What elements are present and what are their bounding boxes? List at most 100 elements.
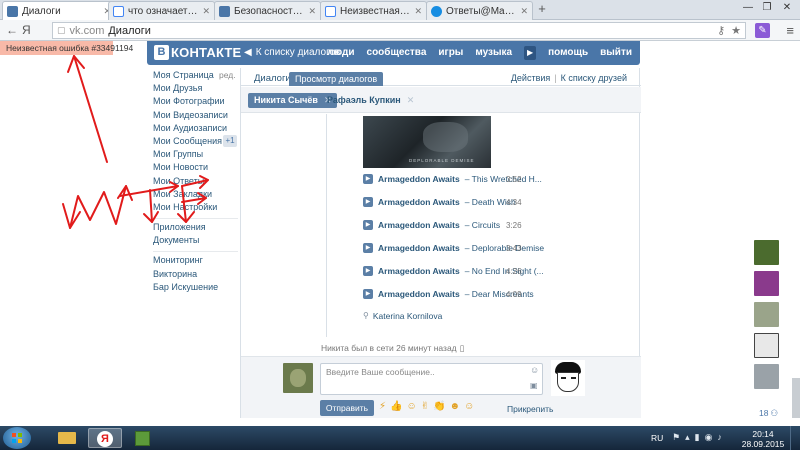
browser-tab-google-1[interactable]: что означает ошибка ✕ [108,1,215,20]
friend-avatar[interactable] [754,302,779,327]
audio-track[interactable]: ▶ Armageddon Awaits – Dear Miscreants 4:… [363,287,543,301]
album-cover-image[interactable]: DEPLORABLE DEMISE [363,116,491,168]
audio-track[interactable]: ▶ Armageddon Awaits – Deplorable Demise … [363,241,544,255]
menu-item-videos[interactable]: Мои Видеозаписи [153,110,238,123]
maximize-button[interactable]: ❐ [758,0,776,16]
lightning-emoji-icon[interactable]: ⚡ [379,401,386,412]
conversation-tab-rafael[interactable]: Рафаэль Купкин ✕ [321,93,420,108]
extension-pen-icon[interactable]: ✎ [755,23,770,38]
message-input[interactable]: Введите Ваше сообщение.. [320,363,543,395]
star-icon[interactable]: ★ [731,24,741,37]
nav-games[interactable]: игры [438,47,463,60]
play-icon[interactable]: ▶ [363,220,373,230]
nav-people[interactable]: люди [327,47,354,60]
close-window-button[interactable]: ✕ [777,0,797,16]
nav-help[interactable]: помощь [548,47,588,60]
menu-item-answers[interactable]: Мои Ответы [153,176,238,189]
menu-item-quiz[interactable]: Викторина [153,269,238,282]
menu-item-settings[interactable]: Мои Настройки [153,202,238,215]
camera-icon[interactable]: ▣ [530,381,538,390]
menu-item-audio[interactable]: Мои Аудиозаписи [153,123,238,136]
url-input[interactable]: ▢ vk.com Диалоги ⚷ ★ [52,22,746,39]
browser-menu-icon[interactable]: ≡ [786,23,794,38]
url-actions: ⚷ ★ [717,24,741,37]
clock[interactable]: 20:14 28.09.2015 [740,429,786,449]
play-icon[interactable]: ▶ [363,289,373,299]
smile-emoji-icon[interactable]: ☺ [406,401,416,412]
send-button[interactable]: Отправить [320,400,374,416]
actions-link[interactable]: Действия [511,73,550,83]
tray-expand-icon[interactable]: ▴ [685,432,690,443]
new-tab-button[interactable]: + [535,2,549,16]
back-arrow-icon[interactable]: ← [4,22,20,38]
friend-avatar[interactable] [754,333,779,358]
play-icon[interactable]: ▶ [363,197,373,207]
edit-link[interactable]: ред. [219,70,236,80]
friend-avatar[interactable] [754,364,779,389]
audio-track[interactable]: ▶ Armageddon Awaits – Circuits 3:26 [363,218,543,232]
close-icon[interactable]: ✕ [414,6,422,17]
audio-track[interactable]: ▶ Armageddon Awaits – Death Wish 4:34 [363,195,543,209]
friend-avatar[interactable] [754,271,779,296]
clap-emoji-icon[interactable]: 👏 [433,401,445,412]
browser-tab-dialogs[interactable]: Диалоги ✕ [2,1,116,21]
menu-item-monitoring[interactable]: Мониторинг [153,255,238,268]
close-icon[interactable]: ✕ [202,6,210,17]
scrollbar[interactable] [792,378,800,418]
friends-online-count[interactable]: 18 ⚇ [759,408,778,419]
taskbar-explorer[interactable] [50,428,84,448]
tab-dialogs[interactable]: Диалоги [254,73,291,84]
volume-icon[interactable]: ♪ [717,432,722,443]
key-icon[interactable]: ⚷ [717,24,725,37]
close-icon[interactable]: ✕ [308,6,316,17]
play-icon[interactable]: ▶ [363,174,373,184]
to-friends-link[interactable]: К списку друзей [561,73,627,83]
close-icon[interactable]: ✕ [520,6,528,17]
menu-item-apps[interactable]: Приложения [153,222,238,235]
play-icon[interactable]: ▶ [363,243,373,253]
friend-avatar[interactable] [754,240,779,265]
audio-track[interactable]: ▶ Armageddon Awaits – This Wretched H...… [363,172,543,186]
start-button[interactable] [3,427,31,449]
play-icon[interactable]: ▶ [363,266,373,276]
nav-communities[interactable]: сообщества [367,47,427,60]
back-to-dialogs-link[interactable]: ◀ К списку диалогов [244,47,340,58]
recipient-avatar[interactable] [551,360,585,396]
menu-item-documents[interactable]: Документы [153,235,238,248]
browser-tab-security[interactable]: Безопасность: ВКонт ✕ [214,1,321,20]
menu-item-groups[interactable]: Мои Группы [153,149,238,162]
menu-item-bar[interactable]: Бар Искушение [153,282,238,295]
menu-item-photos[interactable]: Мои Фотографии [153,96,238,109]
show-desktop-button[interactable] [790,426,800,450]
menu-item-my-page[interactable]: Моя Страница ред. [153,70,238,83]
smile-icon[interactable]: ☺ [530,365,539,375]
my-avatar[interactable] [283,363,313,393]
browser-tab-google-2[interactable]: Неизвестная ошибка ✕ [320,1,427,20]
language-indicator[interactable]: RU [651,433,663,443]
battery-icon[interactable]: ▮ [695,432,700,443]
minimize-button[interactable]: — [739,0,757,16]
menu-item-friends[interactable]: Мои Друзья [153,83,238,96]
music-play-icon[interactable]: ▶ [524,46,537,60]
laugh-emoji-icon[interactable]: ☻ [450,401,461,412]
grin-emoji-icon[interactable]: ☺ [464,401,474,412]
nav-music[interactable]: музыка [475,47,512,60]
audio-track[interactable]: ▶ Armageddon Awaits – No End In Sight (.… [363,264,544,278]
menu-item-news[interactable]: Мои Новости [153,162,238,175]
thumbs-up-emoji-icon[interactable]: 👍 [390,401,402,412]
network-icon[interactable]: ◉ [705,432,713,443]
browser-tab-mailru[interactable]: Ответы@Mail.Ru: Неи ✕ [426,1,533,20]
taskbar-minecraft[interactable] [126,428,160,448]
flag-icon[interactable]: ⚑ [672,432,680,443]
tab-view-dialogs[interactable]: Просмотр диалогов [289,72,384,86]
nav-logout[interactable]: выйти [600,47,632,60]
menu-item-messages[interactable]: Мои Сообщения +1 [153,134,238,149]
message-sender[interactable]: ⚲ Katerina Kornilova [363,311,442,321]
taskbar-yandex-browser[interactable]: Я [88,428,122,448]
vk-logo[interactable]: В КОНТАКТЕ [154,45,241,60]
yandex-logo-icon[interactable]: Я [22,23,31,37]
menu-item-bookmarks[interactable]: Мои Закладки [153,189,238,202]
close-icon[interactable]: ✕ [407,93,415,108]
victory-emoji-icon[interactable]: ✌ [421,401,429,412]
attach-link[interactable]: Прикрепить [507,404,553,414]
